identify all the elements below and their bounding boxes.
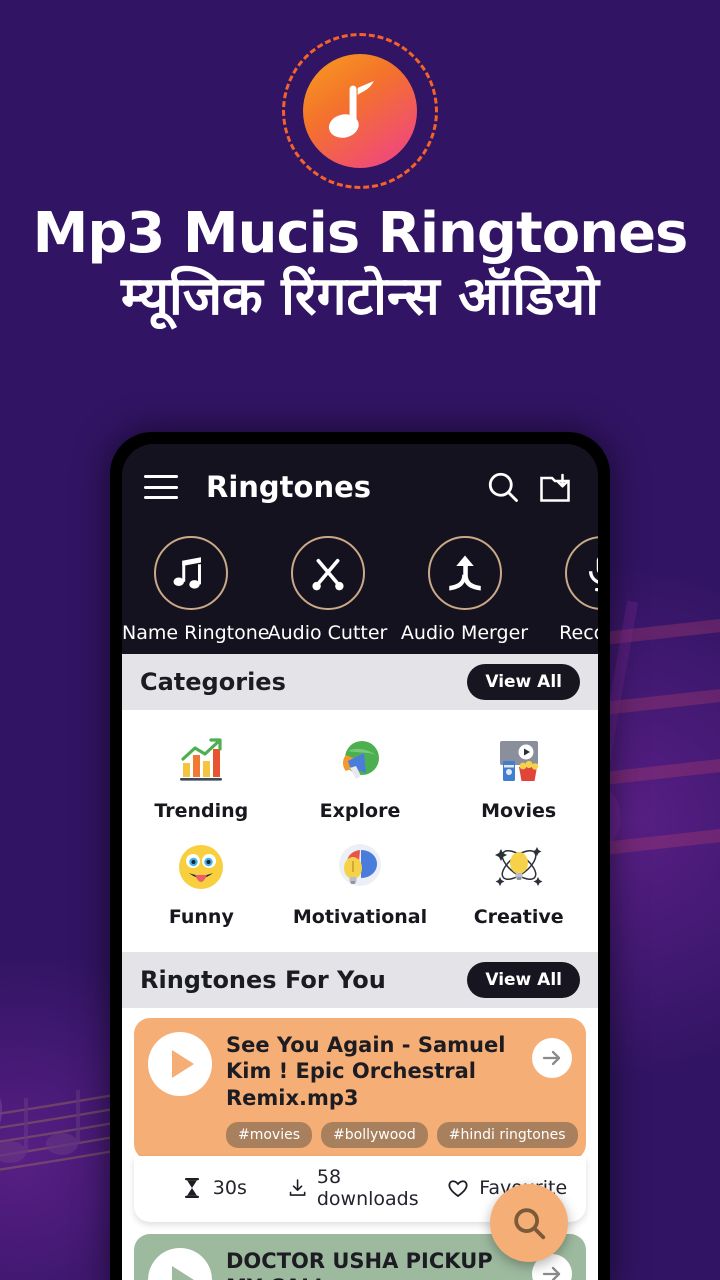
- ringtones-view-all-button[interactable]: View All: [467, 962, 580, 998]
- tool-name-ringtone[interactable]: Name Ringtone: [122, 536, 270, 644]
- trending-chart-icon: [174, 734, 228, 788]
- play-icon[interactable]: [148, 1032, 212, 1096]
- heart-icon: [448, 1180, 468, 1197]
- categories-row-2: Funny Motivational Creative: [122, 832, 598, 938]
- categories-section-header: Categories View All: [122, 654, 598, 710]
- app-logo: [0, 33, 720, 189]
- tongue-out-emoji-icon: [174, 840, 228, 894]
- categories-view-all-button[interactable]: View All: [467, 664, 580, 700]
- page-title: Ringtones: [206, 470, 372, 504]
- ringtone-card[interactable]: See You Again - Samuel Kim ! Epic Orches…: [134, 1018, 586, 1160]
- category-creative[interactable]: Creative: [439, 832, 598, 938]
- search-icon[interactable]: [482, 466, 524, 508]
- hero-title-hindi: म्यूजिक रिंगटोन्स ऑडियो: [121, 266, 599, 328]
- download-folder-icon[interactable]: [534, 466, 576, 508]
- tools-row: Name Ringtone Audio Cutter Audio Merger: [122, 530, 598, 654]
- downloads-label: 58 downloads: [316, 1165, 419, 1210]
- category-label: Motivational: [292, 906, 428, 928]
- category-explore[interactable]: Explore: [281, 726, 440, 832]
- play-icon[interactable]: [148, 1247, 212, 1280]
- tag[interactable]: #bollywood: [321, 1121, 428, 1148]
- arrow-right-icon[interactable]: [532, 1038, 572, 1078]
- category-movies[interactable]: Movies: [439, 726, 598, 832]
- search-icon: [514, 1208, 546, 1240]
- categories-grid: Trending Explore Movies Funny Motivation…: [122, 710, 598, 952]
- duration-label: 30s: [212, 1176, 247, 1199]
- tool-audio-merger[interactable]: Audio Merger: [396, 536, 533, 644]
- tag[interactable]: #movies: [226, 1121, 313, 1148]
- tool-audio-cutter[interactable]: Audio Cutter: [259, 536, 396, 644]
- download-icon: [289, 1179, 306, 1196]
- category-label: Funny: [168, 906, 234, 928]
- scissors-icon: [290, 536, 365, 610]
- category-label: Creative: [473, 906, 564, 928]
- cinema-popcorn-icon: [492, 734, 546, 788]
- app-header: Ringtones: [122, 444, 598, 530]
- section-title: Ringtones For You: [140, 966, 386, 994]
- merge-arrow-icon: [427, 536, 502, 610]
- music-note-logo-icon: [328, 80, 374, 138]
- tool-record-audio[interactable]: Record A: [533, 536, 598, 644]
- category-motivational[interactable]: Motivational: [281, 832, 440, 938]
- app-screen: Ringtones Name Ringtone Audio Cutter Aud…: [122, 444, 598, 1280]
- hamburger-menu-icon[interactable]: [144, 475, 178, 499]
- tool-label: Audio Cutter: [267, 622, 388, 644]
- microphone-icon: [564, 536, 598, 610]
- category-funny[interactable]: Funny: [122, 832, 281, 938]
- ringtone-tags: #movies #bollywood #hindi ringtones #bgm…: [226, 1121, 578, 1148]
- tool-label: Record A: [559, 622, 598, 644]
- music-notes-icon: [153, 536, 228, 610]
- tool-label: Audio Merger: [400, 622, 529, 644]
- section-title: Categories: [140, 668, 286, 696]
- category-trending[interactable]: Trending: [122, 726, 281, 832]
- ringtone-downloads: 58 downloads: [287, 1166, 434, 1210]
- tool-label: Name Ringtone: [122, 622, 270, 644]
- logo-disc: [303, 54, 417, 168]
- ringtones-section-header: Ringtones For You View All: [122, 952, 598, 1008]
- category-label: Explore: [319, 800, 401, 822]
- tag[interactable]: #hindi ringtones: [436, 1121, 578, 1148]
- categories-row-1: Trending Explore Movies: [122, 726, 598, 832]
- idea-bulb-sparkle-icon: [492, 840, 546, 894]
- ringtone-title: See You Again - Samuel Kim ! Epic Orches…: [226, 1033, 506, 1110]
- search-fab-button[interactable]: [490, 1184, 568, 1262]
- category-label: Movies: [481, 800, 557, 822]
- phone-mockup: Ringtones Name Ringtone Audio Cutter Aud…: [110, 432, 610, 1280]
- brain-bulb-icon: [333, 840, 387, 894]
- globe-megaphone-icon: [333, 734, 387, 788]
- category-label: Trending: [154, 800, 249, 822]
- hero-titles: Mp3 Mucis Ringtones म्यूजिक रिंगटोन्स ऑड…: [0, 205, 720, 330]
- hourglass-icon: [184, 1177, 199, 1198]
- hero-title-english: Mp3 Mucis Ringtones: [32, 201, 689, 266]
- ringtone-duration: 30s: [140, 1176, 287, 1200]
